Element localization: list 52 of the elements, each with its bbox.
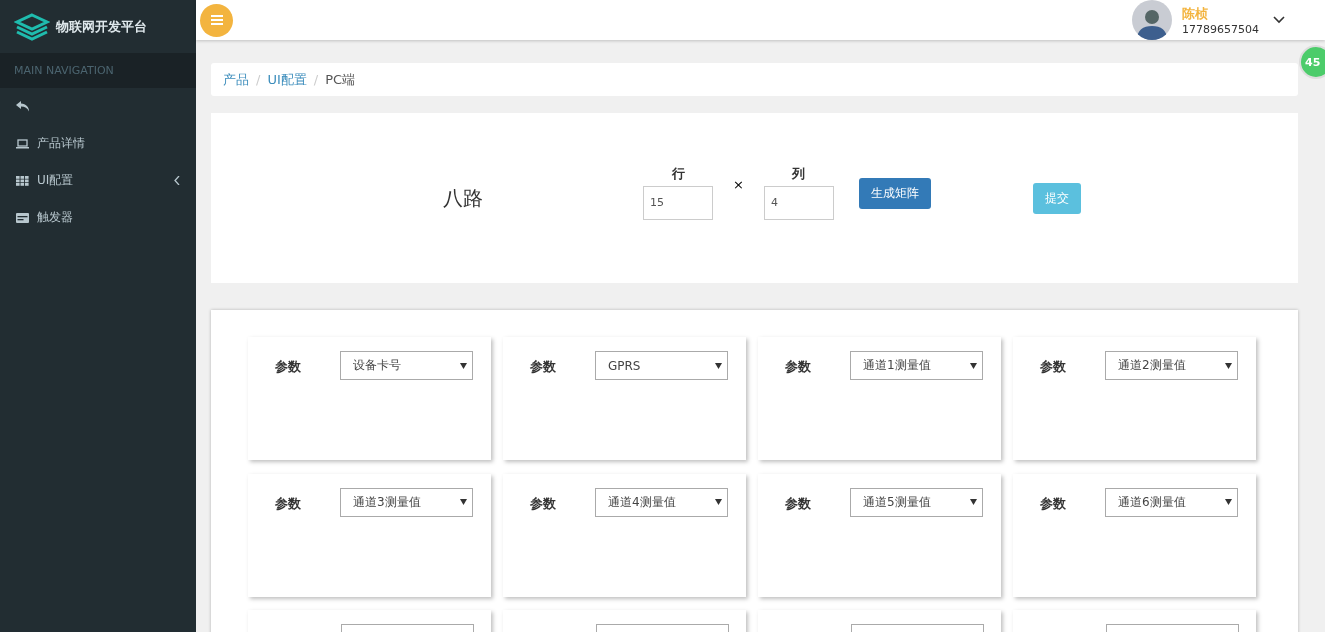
laptop-icon bbox=[16, 138, 29, 149]
breadcrumb-current: PC端 bbox=[325, 70, 356, 89]
user-name: 陈桢 bbox=[1182, 4, 1209, 23]
menu-button[interactable] bbox=[200, 3, 233, 37]
param-select[interactable]: 通道1测量值 bbox=[850, 351, 983, 380]
rows-input[interactable]: 15 bbox=[643, 185, 713, 220]
columns-input[interactable]: 4 bbox=[763, 185, 834, 220]
card-icon bbox=[16, 212, 29, 223]
menu-icon bbox=[210, 15, 223, 25]
param-select[interactable]: 通道3测量值 bbox=[340, 487, 473, 517]
param-select[interactable]: 设备卡号 bbox=[340, 351, 473, 380]
dropdown-caret-icon bbox=[970, 499, 977, 506]
rows-label: 行 bbox=[671, 164, 685, 183]
reply-arrow-icon bbox=[16, 101, 30, 112]
brand-title: 物联网开发平台 bbox=[56, 17, 147, 36]
grid-icon bbox=[16, 175, 29, 186]
param-select[interactable]: 通道6测量值 bbox=[1105, 487, 1238, 517]
breadcrumb-separator: / bbox=[256, 72, 261, 87]
breadcrumb-link[interactable]: 产品 bbox=[223, 70, 249, 89]
param-label: 参数 bbox=[530, 494, 556, 513]
chevron-icon bbox=[174, 176, 180, 185]
breadcrumb-separator: / bbox=[313, 72, 319, 87]
nav-section-header: MAIN NAVIGATION bbox=[0, 53, 196, 88]
param-select[interactable]: 通道5测量值 bbox=[850, 487, 983, 517]
nav-item[interactable]: 产品详情 bbox=[0, 125, 196, 162]
param-label: 参数 bbox=[530, 358, 556, 376]
param-label: 参数 bbox=[275, 358, 301, 376]
nav-item[interactable]: 触发器 bbox=[0, 199, 196, 236]
param-select[interactable]: 通道4测量值 bbox=[595, 487, 728, 517]
param-select[interactable]: GPRS bbox=[595, 351, 728, 380]
param-select[interactable]: 通道2测量值 bbox=[1105, 351, 1238, 380]
dropdown-caret-icon bbox=[1225, 362, 1232, 369]
dropdown-caret-icon bbox=[715, 499, 722, 506]
param-label: 参数 bbox=[1040, 358, 1066, 376]
user-phone: 17789657504 bbox=[1182, 22, 1259, 36]
dropdown-caret-icon bbox=[1225, 499, 1232, 506]
chevron-down-icon[interactable] bbox=[1273, 16, 1285, 24]
dropdown-caret-icon bbox=[460, 362, 467, 369]
stacked-layers-logo-icon bbox=[14, 12, 50, 41]
dropdown-caret-icon bbox=[970, 362, 977, 369]
times-sign: × bbox=[733, 177, 744, 192]
param-label: 参数 bbox=[1040, 494, 1066, 513]
columns-label: 列 bbox=[792, 164, 806, 183]
dropdown-caret-icon bbox=[460, 499, 467, 506]
generate-matrix-button[interactable]: 生成矩阵 bbox=[858, 177, 931, 209]
param-label: 参数 bbox=[785, 494, 811, 513]
param-label: 参数 bbox=[785, 358, 811, 376]
dropdown-caret-icon bbox=[715, 362, 722, 369]
nav-item[interactable]: UI配置 bbox=[0, 162, 196, 199]
param-label: 参数 bbox=[275, 494, 301, 513]
panel-title: 八路 bbox=[442, 184, 484, 212]
breadcrumb-link[interactable]: UI配置 bbox=[267, 70, 307, 89]
